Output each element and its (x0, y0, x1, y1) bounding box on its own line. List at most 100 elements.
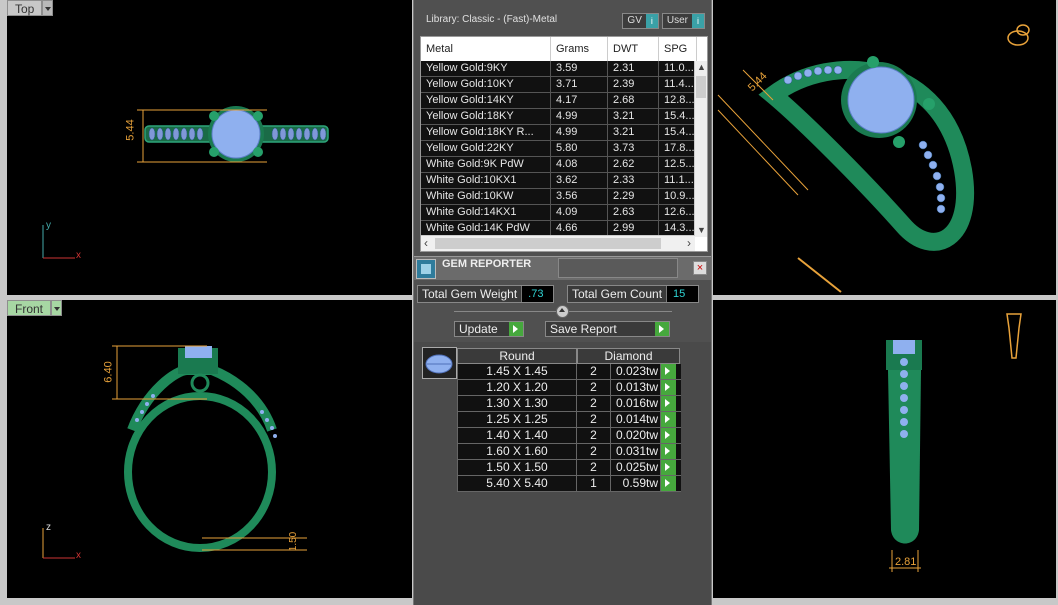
gem-size: 1.45 X 1.45 (457, 364, 577, 379)
dwt-cell: 2.99 (608, 221, 659, 236)
gem-weight: 0.020tw (611, 428, 661, 443)
list-item[interactable]: 1.60 X 1.60 2 0.031tw (457, 444, 681, 460)
gem-table-header: Round Diamond (457, 348, 681, 364)
metal-cell: White Gold:14K PdW (421, 221, 551, 236)
play-arrow-icon[interactable] (661, 460, 676, 475)
table-row[interactable]: Yellow Gold:9KY 3.59 2.31 11.0... (421, 61, 707, 77)
chevron-down-icon[interactable] (42, 0, 54, 16)
spg-cell: 10.9... (659, 189, 697, 204)
list-item[interactable]: 5.40 X 5.40 1 0.59tw (457, 476, 681, 492)
metal-cell: White Gold:14KX1 (421, 205, 551, 220)
scroll-right-icon[interactable]: › (687, 236, 691, 250)
shape-header: Round (457, 348, 577, 364)
list-item[interactable]: 1.25 X 1.25 2 0.014tw (457, 412, 681, 428)
gem-count: 2 (577, 460, 611, 475)
user-button[interactable]: User i (661, 13, 705, 29)
grams-cell: 4.09 (551, 205, 608, 220)
table-row[interactable]: Yellow Gold:18KY 4.99 3.21 15.4... (421, 109, 707, 125)
gem-count: 1 (577, 476, 611, 491)
metal-table[interactable]: Metal Grams DWT SPG Yellow Gold:9KY 3.59 2… (420, 36, 708, 252)
spg-cell: 12.6... (659, 205, 697, 220)
update-label: Update (459, 322, 498, 336)
play-arrow-icon[interactable] (661, 380, 676, 395)
gem-reporter-tab[interactable] (558, 258, 678, 278)
viewport-label-top[interactable]: Top (7, 0, 54, 16)
update-button[interactable]: Update (454, 321, 524, 337)
gem-size: 1.30 X 1.30 (457, 396, 577, 411)
spg-cell: 15.4... (659, 109, 697, 124)
dwt-cell: 2.31 (608, 61, 659, 76)
dimension-label: 6.40 (102, 361, 115, 383)
scrollbar-thumb[interactable] (696, 76, 706, 98)
metal-cell: Yellow Gold:14KY (421, 93, 551, 108)
table-row[interactable]: Yellow Gold:22KY 5.80 3.73 17.8... (421, 141, 707, 157)
table-row[interactable]: Yellow Gold:14KY 4.17 2.68 12.8... (421, 93, 707, 109)
horizontal-scrollbar[interactable]: ‹ › (421, 235, 695, 251)
dwt-cell: 2.62 (608, 157, 659, 172)
table-row[interactable]: White Gold:10KX1 3.62 2.33 11.1... (421, 173, 707, 189)
play-arrow-icon[interactable] (661, 364, 676, 379)
gem-size: 5.40 X 5.40 (457, 476, 577, 491)
play-arrow-icon[interactable] (661, 476, 676, 491)
gem-count: 2 (577, 412, 611, 427)
gem-reporter-titlebar: GEM REPORTER × (414, 256, 711, 280)
spg-cell: 11.0... (659, 61, 697, 76)
play-arrow-icon[interactable] (661, 444, 676, 459)
column-header-metal[interactable]: Metal (421, 37, 551, 61)
total-gem-count-value: 15 (666, 286, 699, 302)
vertical-scrollbar[interactable]: ▲ ▼ (694, 61, 707, 237)
gem-count: 2 (577, 364, 611, 379)
metal-cell: Yellow Gold:9KY (421, 61, 551, 76)
column-header-grams[interactable]: Grams (551, 37, 608, 61)
info-icon[interactable]: i (645, 14, 658, 28)
table-row[interactable]: Yellow Gold:18KY R... 4.99 3.21 15.4... (421, 125, 707, 141)
save-report-button[interactable]: Save Report (545, 321, 670, 337)
list-item[interactable]: 1.45 X 1.45 2 0.023tw (457, 364, 681, 380)
play-arrow-icon[interactable] (661, 428, 676, 443)
chevron-down-icon[interactable] (51, 300, 63, 316)
perspective-viewport[interactable]: 5.44 (713, 0, 1056, 295)
scrollbar-thumb[interactable] (435, 238, 661, 249)
play-arrow-icon[interactable] (509, 322, 523, 336)
gem-reporter-icon (416, 259, 436, 279)
gem-size: 1.60 X 1.60 (457, 444, 577, 459)
gem-count: 2 (577, 380, 611, 395)
info-icon[interactable]: i (692, 14, 704, 28)
table-row[interactable]: Yellow Gold:10KY 3.71 2.39 11.4... (421, 77, 707, 93)
column-header-dwt[interactable]: DWT (608, 37, 659, 61)
grams-cell: 3.71 (551, 77, 608, 92)
total-gem-weight: Total Gem Weight .73 (417, 285, 555, 303)
column-header-spg[interactable]: SPG (659, 37, 697, 61)
total-gem-weight-label: Total Gem Weight (418, 286, 522, 302)
total-gem-count: Total Gem Count 15 (567, 285, 700, 303)
front-viewport[interactable]: Front 6.40 1.50 z x (7, 300, 412, 598)
scroll-down-icon[interactable]: ▼ (697, 225, 706, 235)
play-arrow-icon[interactable] (661, 412, 676, 427)
gem-size: 1.25 X 1.25 (457, 412, 577, 427)
ring-top-drawing (42, 106, 329, 259)
table-row[interactable]: White Gold:9K PdW 4.08 2.62 12.5... (421, 157, 707, 173)
right-viewport[interactable]: 2.81 (713, 300, 1056, 598)
list-item[interactable]: 1.50 X 1.50 2 0.025tw (457, 460, 681, 476)
play-arrow-icon[interactable] (655, 322, 669, 336)
scroll-left-icon[interactable]: ‹ (424, 236, 428, 250)
grams-cell: 3.59 (551, 61, 608, 76)
list-item[interactable]: 1.40 X 1.40 2 0.020tw (457, 428, 681, 444)
gem-weight: 0.025tw (611, 460, 661, 475)
collapse-toggle[interactable] (556, 305, 569, 318)
grams-cell: 4.17 (551, 93, 608, 108)
scroll-up-icon[interactable]: ▲ (697, 62, 706, 72)
metal-cell: Yellow Gold:22KY (421, 141, 551, 156)
spg-cell: 15.4... (659, 125, 697, 140)
close-icon[interactable]: × (693, 261, 707, 275)
axis-x-label: x (76, 250, 81, 261)
gem-weight: 0.016tw (611, 396, 661, 411)
list-item[interactable]: 1.30 X 1.30 2 0.016tw (457, 396, 681, 412)
table-row[interactable]: White Gold:14KX1 4.09 2.63 12.6... (421, 205, 707, 221)
play-arrow-icon[interactable] (661, 396, 676, 411)
list-item[interactable]: 1.20 X 1.20 2 0.013tw (457, 380, 681, 396)
table-row[interactable]: White Gold:10KW 3.56 2.29 10.9... (421, 189, 707, 205)
gv-button[interactable]: GV i (622, 13, 659, 29)
viewport-label-front[interactable]: Front (7, 300, 63, 316)
top-viewport[interactable]: Top 5.44 y x (7, 0, 412, 295)
